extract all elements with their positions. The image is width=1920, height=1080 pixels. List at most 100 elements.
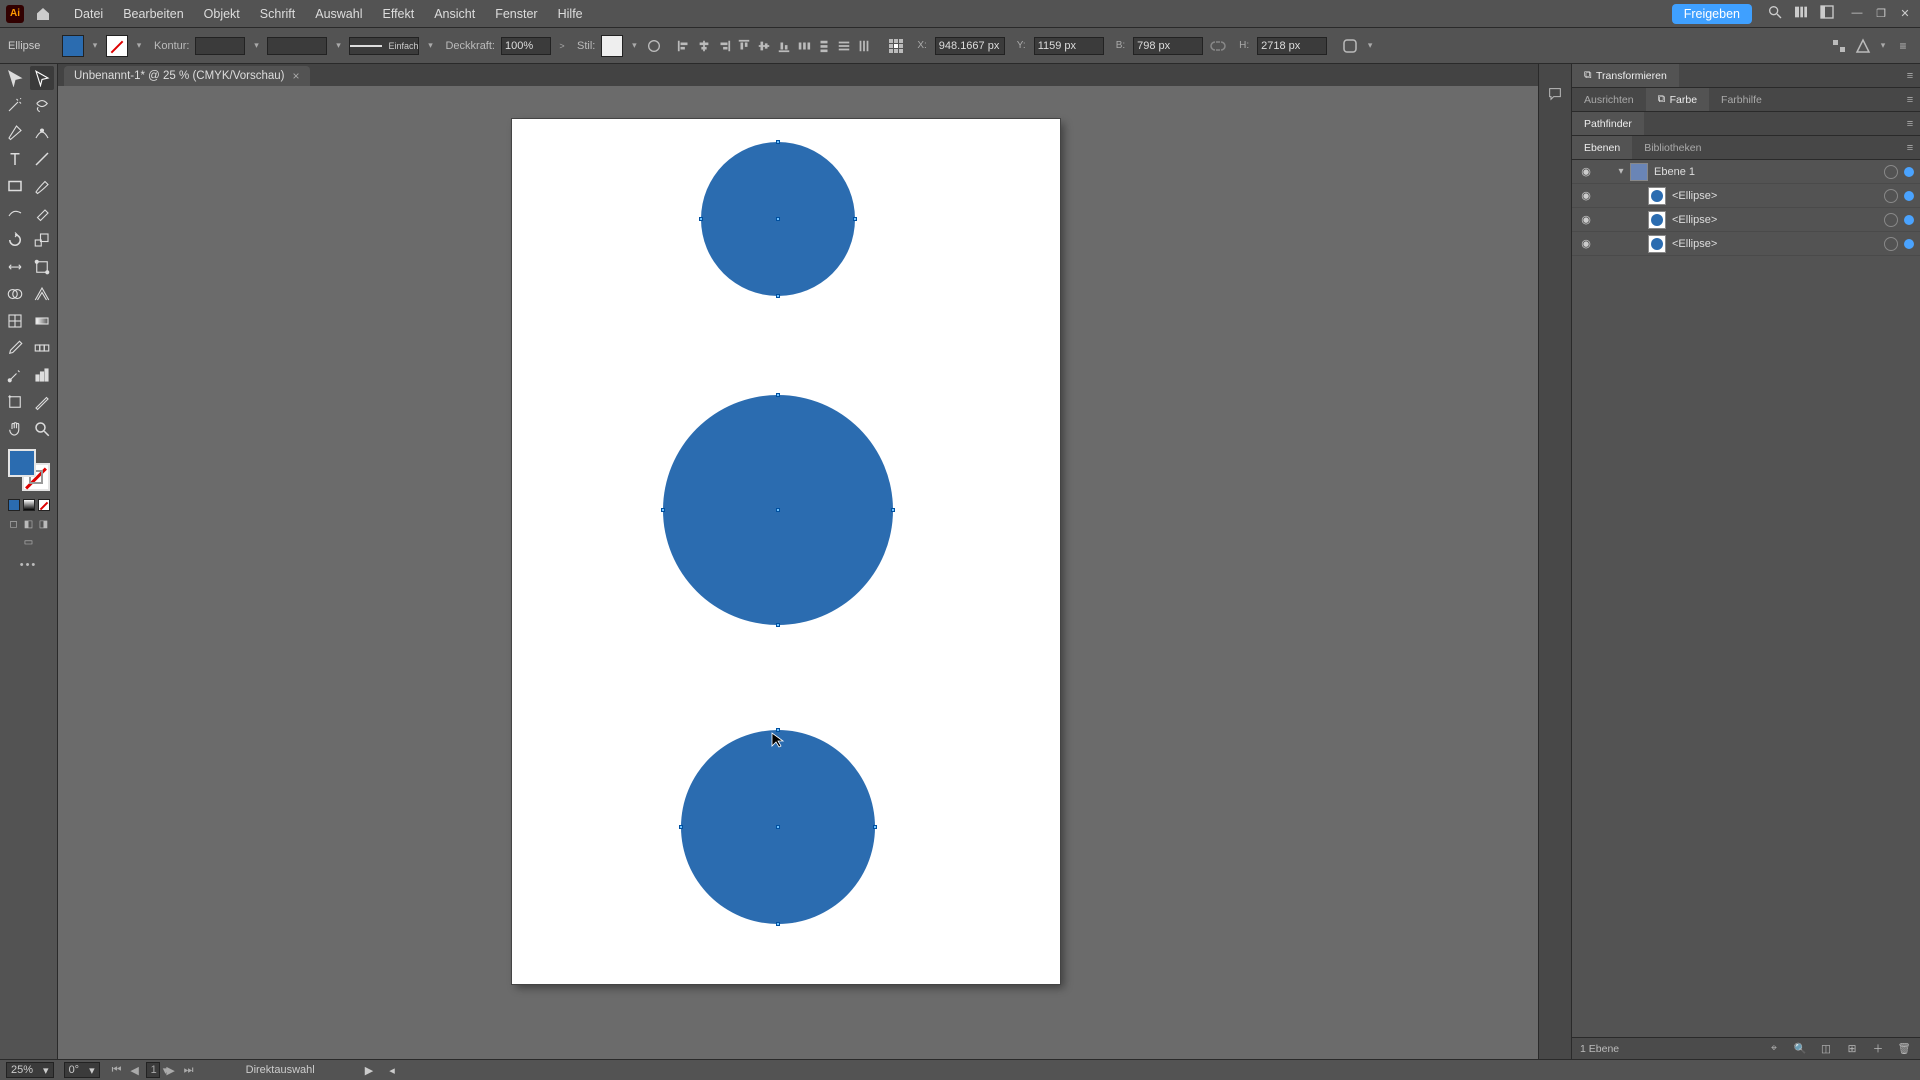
anchor-point[interactable] bbox=[776, 140, 780, 144]
eyedropper-tool[interactable] bbox=[3, 336, 27, 360]
layer-name[interactable]: <Ellipse> bbox=[1672, 214, 1884, 226]
artboard-number[interactable]: 1▾ bbox=[146, 1062, 160, 1078]
lasso-tool[interactable] bbox=[30, 93, 54, 117]
line-tool[interactable] bbox=[30, 147, 54, 171]
tab-farbhilfe[interactable]: Farbhilfe bbox=[1709, 88, 1774, 111]
layer-row-child[interactable]: ◉<Ellipse> bbox=[1572, 208, 1920, 232]
shaper-tool[interactable] bbox=[3, 201, 27, 225]
anchor-point[interactable] bbox=[776, 294, 780, 298]
draw-normal-icon[interactable]: ◻ bbox=[8, 519, 20, 531]
panel-menu-icon[interactable]: ≡ bbox=[1900, 118, 1920, 130]
artboard-tool[interactable] bbox=[3, 390, 27, 414]
h-field[interactable] bbox=[1257, 37, 1327, 55]
draw-inside-icon[interactable]: ◨ bbox=[38, 519, 50, 531]
arrange-icon[interactable] bbox=[1788, 4, 1814, 23]
color-mode-none[interactable] bbox=[38, 499, 50, 511]
style-dd-icon[interactable]: ▾ bbox=[629, 40, 639, 51]
anchor-point[interactable] bbox=[776, 623, 780, 627]
stroke-swatch[interactable] bbox=[106, 35, 128, 57]
scale-tool[interactable] bbox=[30, 228, 54, 252]
menu-effekt[interactable]: Effekt bbox=[372, 7, 424, 21]
new-layer-icon[interactable]: ＋ bbox=[1870, 1041, 1886, 1056]
eraser-tool[interactable] bbox=[30, 201, 54, 225]
opacity-dd-icon[interactable]: > bbox=[557, 41, 567, 51]
target-icon[interactable] bbox=[1884, 189, 1898, 203]
style-swatch[interactable] bbox=[601, 35, 623, 57]
shape-dd-icon[interactable]: ▾ bbox=[1365, 40, 1375, 51]
menu-hilfe[interactable]: Hilfe bbox=[548, 7, 593, 21]
share-button[interactable]: Freigeben bbox=[1672, 4, 1752, 24]
recolor-icon[interactable] bbox=[645, 37, 663, 55]
symbol-sprayer-tool[interactable] bbox=[3, 363, 27, 387]
panel-menu-icon[interactable]: ≡ bbox=[1900, 142, 1920, 154]
panel-menu-icon[interactable]: ≡ bbox=[1900, 70, 1920, 82]
maximize-icon[interactable]: ❐ bbox=[1872, 7, 1890, 20]
canvas-area[interactable]: Unbenannt-1* @ 25 % (CMYK/Vorschau) × bbox=[58, 64, 1538, 1059]
width-tool[interactable] bbox=[3, 255, 27, 279]
fill-swatch[interactable] bbox=[62, 35, 84, 57]
anchor-point[interactable] bbox=[853, 217, 857, 221]
layer-name[interactable]: <Ellipse> bbox=[1672, 238, 1884, 250]
target-icon[interactable] bbox=[1884, 213, 1898, 227]
free-transform-tool[interactable] bbox=[30, 255, 54, 279]
column-graph-tool[interactable] bbox=[30, 363, 54, 387]
scroll-left-icon[interactable]: ▶ bbox=[365, 1064, 373, 1077]
selection-indicator[interactable] bbox=[1904, 167, 1914, 177]
link-wh-icon[interactable] bbox=[1209, 37, 1227, 55]
comments-icon[interactable] bbox=[1545, 84, 1565, 104]
align-right-icon[interactable] bbox=[715, 37, 733, 55]
menu-datei[interactable]: Datei bbox=[64, 7, 113, 21]
align-left-icon[interactable] bbox=[675, 37, 693, 55]
menu-bearbeiten[interactable]: Bearbeiten bbox=[113, 7, 193, 21]
tab-ausrichten[interactable]: Ausrichten bbox=[1572, 88, 1646, 111]
zoom-tool[interactable] bbox=[30, 417, 54, 441]
anchor-point[interactable] bbox=[776, 922, 780, 926]
stroke-dropdown-icon[interactable]: ▾ bbox=[134, 40, 144, 51]
layer-name[interactable]: Ebene 1 bbox=[1654, 166, 1884, 178]
rotate-field[interactable]: 0°▾ bbox=[64, 1062, 100, 1078]
fill-dropdown-icon[interactable]: ▾ bbox=[90, 40, 100, 51]
menu-auswahl[interactable]: Auswahl bbox=[305, 7, 372, 21]
dist-h2-icon[interactable] bbox=[855, 37, 873, 55]
anchor-point[interactable] bbox=[776, 217, 780, 221]
x-field[interactable] bbox=[935, 37, 1005, 55]
align-vcenter-icon[interactable] bbox=[755, 37, 773, 55]
color-mode-gradient[interactable] bbox=[23, 499, 35, 511]
layer-row-child[interactable]: ◉ <Ellipse> bbox=[1572, 232, 1920, 256]
visibility-icon[interactable]: ◉ bbox=[1572, 189, 1600, 202]
visibility-icon[interactable]: ◉ bbox=[1572, 237, 1600, 250]
stroke-weight-field[interactable] bbox=[195, 37, 245, 55]
menu-schrift[interactable]: Schrift bbox=[250, 7, 305, 21]
new-sublayer-icon[interactable]: ⊞ bbox=[1844, 1043, 1860, 1055]
stroke-weight-dd-icon[interactable]: ▾ bbox=[251, 40, 261, 51]
screen-mode[interactable]: ▭ bbox=[23, 537, 35, 549]
perspective-grid-tool[interactable] bbox=[30, 282, 54, 306]
anchor-point[interactable] bbox=[679, 825, 683, 829]
delete-layer-icon[interactable]: 🗑 bbox=[1896, 1042, 1912, 1055]
selection-tool[interactable] bbox=[3, 66, 27, 90]
artboard-first-icon[interactable]: ⏮ bbox=[110, 1064, 124, 1077]
visibility-icon[interactable]: ◉ bbox=[1572, 165, 1600, 178]
anchor-point[interactable] bbox=[891, 508, 895, 512]
target-icon[interactable] bbox=[1884, 165, 1898, 179]
dist-h-icon[interactable] bbox=[795, 37, 813, 55]
opacity-field[interactable] bbox=[501, 37, 551, 55]
align-bottom-icon[interactable] bbox=[775, 37, 793, 55]
tab-transformieren[interactable]: ⧉Transformieren bbox=[1572, 64, 1679, 87]
var-width-dd-icon[interactable]: ▾ bbox=[333, 40, 343, 51]
tab-close-icon[interactable]: × bbox=[292, 69, 299, 83]
twist-icon[interactable]: ▾ bbox=[1612, 166, 1630, 177]
align-hcenter-icon[interactable] bbox=[695, 37, 713, 55]
layer-row-child[interactable]: ◉<Ellipse> bbox=[1572, 184, 1920, 208]
rotate-tool[interactable] bbox=[3, 228, 27, 252]
slice-tool[interactable] bbox=[30, 390, 54, 414]
transform-anchor-icon[interactable] bbox=[887, 37, 905, 55]
zoom-field[interactable]: 25%▾ bbox=[6, 1062, 54, 1078]
home-icon[interactable] bbox=[32, 6, 54, 22]
make-clip-icon[interactable]: ◫ bbox=[1818, 1043, 1834, 1055]
target-icon[interactable] bbox=[1884, 237, 1898, 251]
artboard-prev-icon[interactable]: ◀ bbox=[128, 1064, 142, 1077]
perspective-icon[interactable] bbox=[1854, 37, 1872, 55]
isolate-icon[interactable] bbox=[1830, 37, 1848, 55]
artboard-last-icon[interactable]: ⏭ bbox=[182, 1064, 196, 1077]
